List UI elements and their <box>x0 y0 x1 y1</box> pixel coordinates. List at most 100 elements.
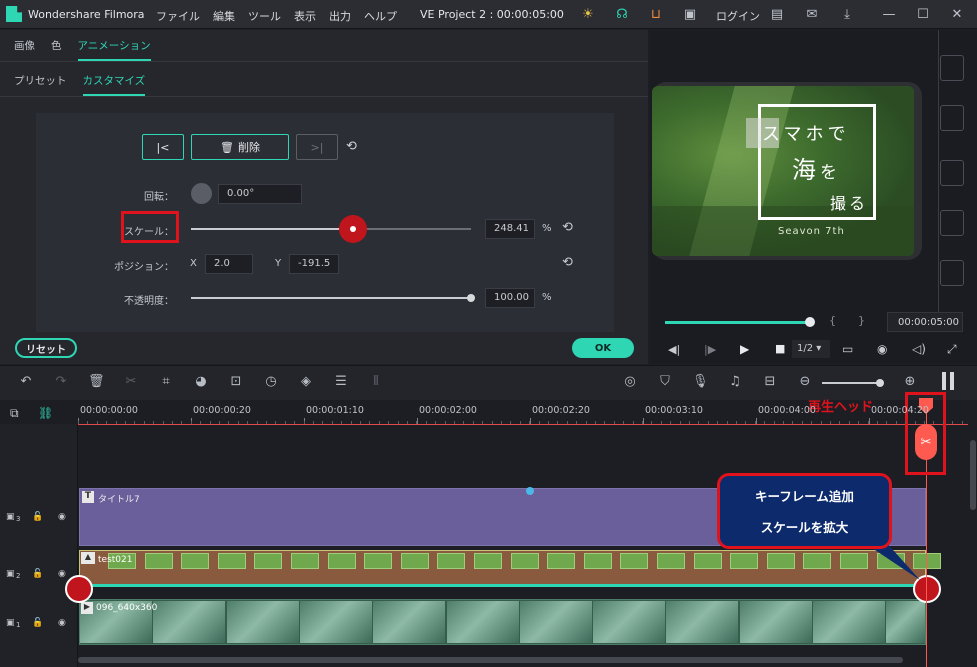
step-back-icon[interactable]: ◀| <box>668 343 680 356</box>
pos-y-field[interactable]: -191.5 <box>289 254 339 274</box>
save-icon[interactable]: ▤ <box>768 5 786 23</box>
scale-field[interactable]: 248.41 <box>485 219 535 239</box>
fullscreen-icon[interactable]: ⤢ <box>947 342 957 357</box>
ruler-minor-tick <box>905 421 907 424</box>
mail-icon[interactable]: ✉ <box>803 5 821 23</box>
redo-icon[interactable]: ↷ <box>53 374 69 390</box>
stop-icon[interactable]: ■ <box>775 342 785 355</box>
headset-icon[interactable]: ☊ <box>613 5 631 23</box>
keyframe-start[interactable] <box>65 575 93 603</box>
keyframe-icon[interactable]: ◈ <box>298 374 314 390</box>
login-button[interactable]: ログイン <box>716 8 760 24</box>
reset-keyframe-icon[interactable]: ⟲ <box>346 139 357 154</box>
keyframe-end[interactable] <box>913 575 941 603</box>
reset-scale-icon[interactable]: ⟲ <box>562 220 573 235</box>
undo-icon[interactable]: ↶ <box>18 374 34 390</box>
menu-edit[interactable]: 編集 <box>213 8 235 24</box>
adjust-icon[interactable]: ⊡ <box>228 374 244 390</box>
lock-icon[interactable]: 🔓 <box>32 512 43 522</box>
scissors-icon[interactable]: ✂ <box>915 424 937 460</box>
cut-icon[interactable]: ✂ <box>123 374 139 390</box>
eye-icon[interactable]: ◉ <box>58 618 66 628</box>
maximize-icon[interactable]: ☐ <box>914 5 932 23</box>
fit-icon[interactable]: ⊟ <box>762 374 778 390</box>
marker-dot[interactable] <box>526 487 534 495</box>
ok-button[interactable]: OK <box>572 338 634 358</box>
tab-preset[interactable]: プリセット <box>14 73 67 96</box>
resolution-select[interactable]: 1/2 ▾ <box>792 340 830 358</box>
eye-icon[interactable]: ◉ <box>58 512 66 522</box>
play-icon[interactable]: ▶ <box>740 342 749 356</box>
rotation-dial[interactable] <box>191 183 212 204</box>
panel-tabs: 画像 色 アニメーション <box>14 38 151 61</box>
minimize-icon[interactable]: — <box>880 5 898 23</box>
opacity-slider-knob[interactable] <box>467 294 475 302</box>
opacity-field[interactable]: 100.00 <box>485 288 535 308</box>
close-icon[interactable]: ✕ <box>948 5 966 23</box>
overlay-line3: 撮る <box>830 194 869 213</box>
lock-icon[interactable]: 🔓 <box>32 618 43 628</box>
ruler-minor-tick <box>181 421 183 424</box>
ruler-minor-tick <box>172 421 173 424</box>
step-forward-icon[interactable]: |▶ <box>704 343 716 356</box>
add-track-icon[interactable]: ⧉ <box>10 406 19 421</box>
next-keyframe-button[interactable]: >| <box>296 134 338 160</box>
cart-icon[interactable]: ⊔ <box>647 5 665 23</box>
prev-keyframe-button[interactable]: |< <box>142 134 184 160</box>
lock-icon[interactable]: 🔓 <box>32 569 43 579</box>
menu-view[interactable]: 表示 <box>294 8 316 24</box>
video-clip-name: 096_640x360 <box>96 603 158 613</box>
pos-x-label: X <box>190 258 197 269</box>
ruler-minor-tick <box>660 421 662 424</box>
clip-thumbnail <box>400 553 429 569</box>
mark-in-button[interactable]: { <box>829 314 836 327</box>
zoom-knob[interactable] <box>876 379 884 387</box>
delete-keyframe-button[interactable]: 🗑 削除 <box>191 134 289 160</box>
playback-knob[interactable] <box>805 317 815 327</box>
tab-image[interactable]: 画像 <box>14 38 35 61</box>
menu-help[interactable]: ヘルプ <box>364 8 397 24</box>
download-icon[interactable]: ⤓ <box>838 5 856 23</box>
ruler-minor-tick <box>209 421 211 424</box>
ruler-minor-tick <box>820 421 822 424</box>
pos-x-field[interactable]: 2.0 <box>205 254 253 274</box>
volume-icon[interactable]: ◁) <box>912 342 926 356</box>
menu-tools[interactable]: ツール <box>248 8 281 24</box>
menu-file[interactable]: ファイル <box>156 8 200 24</box>
clip-thumbnail <box>593 601 666 643</box>
tab-customize[interactable]: カスタマイズ <box>82 73 146 96</box>
track-headers <box>0 424 78 667</box>
reset-button[interactable]: リセット <box>15 338 77 358</box>
mic-icon[interactable]: 🎙 <box>692 374 709 390</box>
link-icon[interactable]: ⛓ <box>38 406 53 420</box>
reset-position-icon[interactable]: ⟲ <box>562 255 573 270</box>
horizontal-scrollbar[interactable] <box>78 657 903 663</box>
bulb-icon[interactable]: ☀ <box>579 5 597 23</box>
tab-animation[interactable]: アニメーション <box>77 38 151 61</box>
mark-out-button[interactable]: } <box>858 314 865 327</box>
zoom-out-icon[interactable]: ⊖ <box>797 374 813 390</box>
zoom-in-icon[interactable]: ⊕ <box>902 374 918 390</box>
audio-wave-icon[interactable]: ⦀ <box>368 374 384 390</box>
rotation-field[interactable]: 0.00° <box>218 184 302 204</box>
delete-icon[interactable]: 🗑 <box>88 374 105 390</box>
clip-thumbnail <box>226 601 299 643</box>
snapshot-icon[interactable]: ◉ <box>877 342 887 356</box>
settings-icon[interactable]: ☰ <box>333 374 349 390</box>
display-icon[interactable]: ▭ <box>842 342 853 356</box>
menu-export[interactable]: 出力 <box>329 8 351 24</box>
color-icon[interactable]: ◕ <box>193 374 209 390</box>
eye-icon[interactable]: ◉ <box>58 569 66 579</box>
ruler-minor-tick <box>754 421 756 424</box>
music-icon[interactable]: ♫ <box>727 374 743 390</box>
crop-icon[interactable]: ⌗ <box>158 374 174 390</box>
speed-icon[interactable]: ◷ <box>263 374 279 390</box>
playhead-annotation: 再生ヘッド <box>808 400 874 415</box>
zoom-slider[interactable] <box>822 382 880 384</box>
vertical-scrollbar[interactable] <box>970 440 976 510</box>
callout-line2: スケールを拡大 <box>760 520 849 535</box>
render-icon[interactable]: ◎ <box>622 374 638 390</box>
marker-icon[interactable]: ⛉ <box>657 374 673 390</box>
tab-color[interactable]: 色 <box>51 38 62 61</box>
gift-icon[interactable]: ▣ <box>681 5 699 23</box>
